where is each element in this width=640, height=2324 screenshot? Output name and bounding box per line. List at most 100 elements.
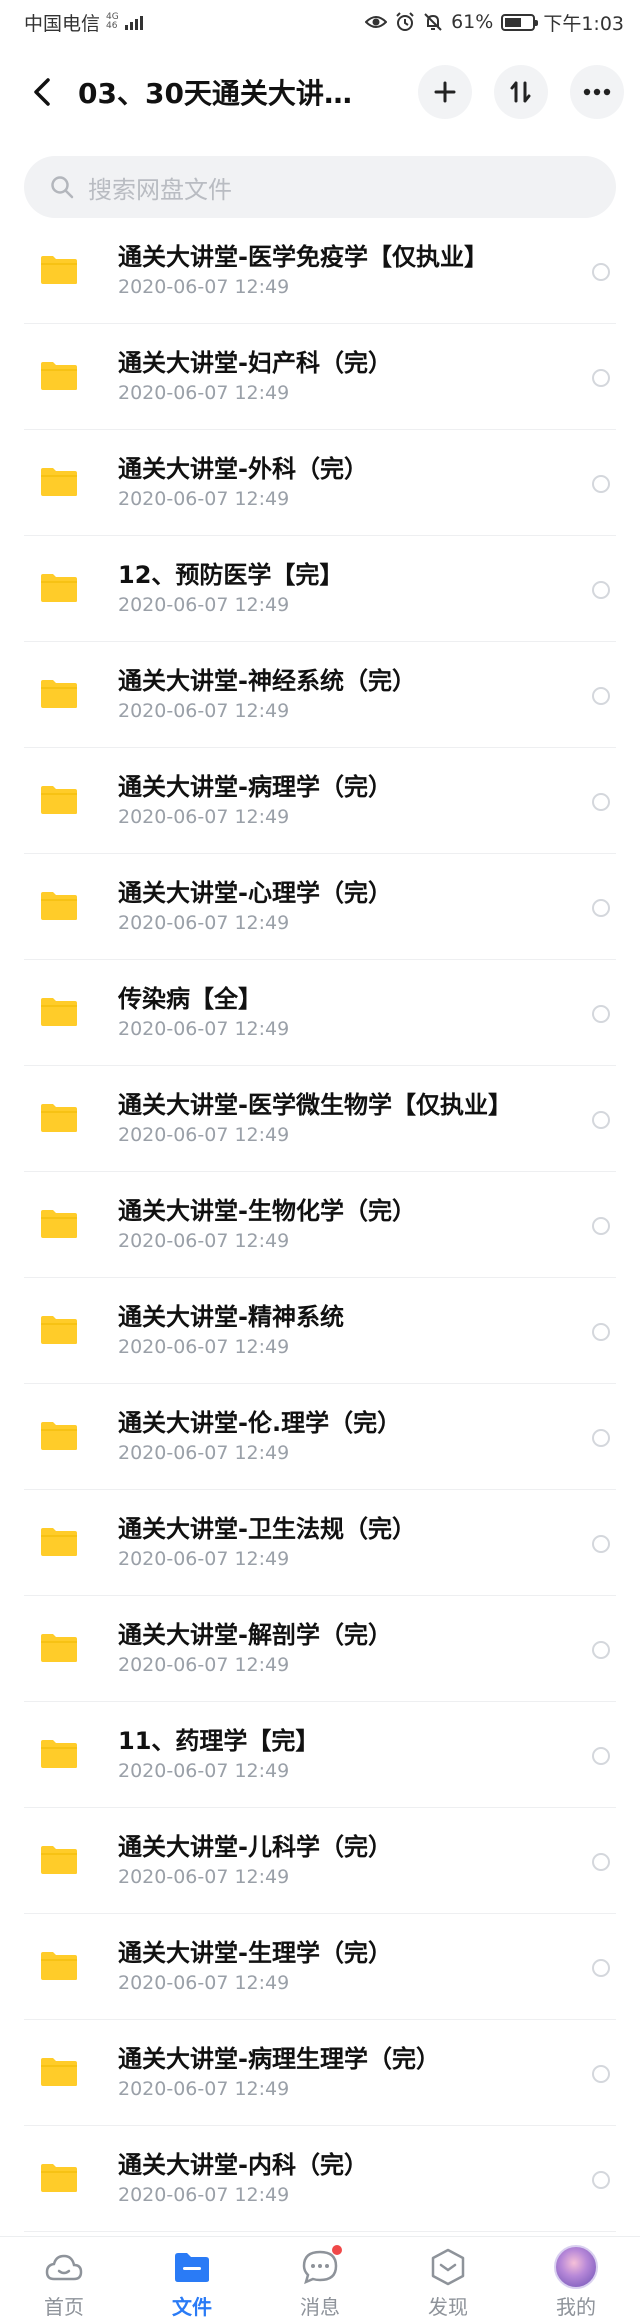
file-row[interactable]: 通关大讲堂-妇产科（完） 2020-06-07 12:49 xyxy=(0,324,640,430)
select-radio[interactable] xyxy=(592,1323,610,1341)
file-row[interactable]: 通关大讲堂-卫生法规（完） 2020-06-07 12:49 xyxy=(0,1490,640,1596)
file-name: 通关大讲堂-病理学（完） xyxy=(118,773,392,801)
file-name: 通关大讲堂-解剖学（完） xyxy=(118,1621,392,1649)
select-radio[interactable] xyxy=(592,263,610,281)
file-name: 通关大讲堂-神经系统（完） xyxy=(118,667,416,695)
file-name: 通关大讲堂-卫生法规（完） xyxy=(118,1515,416,1543)
file-name: 通关大讲堂-精神系统 xyxy=(118,1303,344,1331)
tab-discover[interactable]: 发现 xyxy=(384,2237,512,2324)
folder-icon xyxy=(41,574,77,602)
file-texts: 通关大讲堂-解剖学（完） 2020-06-07 12:49 xyxy=(118,1620,392,1677)
file-name: 11、药理学【完】 xyxy=(118,1727,320,1755)
select-radio[interactable] xyxy=(592,581,610,599)
file-row[interactable]: 通关大讲堂-内科（完） 2020-06-07 12:49 xyxy=(0,2126,640,2232)
file-texts: 通关大讲堂-生理学（完） 2020-06-07 12:49 xyxy=(118,1938,392,1995)
battery-percent: 61% xyxy=(451,11,494,33)
file-texts: 传染病【全】 2020-06-07 12:49 xyxy=(118,984,289,1041)
select-radio[interactable] xyxy=(592,1111,610,1129)
file-row[interactable]: 通关大讲堂-医学免疫学【仅执业】 2020-06-07 12:49 xyxy=(0,218,640,324)
search-input[interactable]: 搜索网盘文件 xyxy=(24,156,616,218)
more-icon xyxy=(583,88,611,96)
select-radio[interactable] xyxy=(592,1959,610,1977)
file-date: 2020-06-07 12:49 xyxy=(118,1760,290,1782)
folder-icon xyxy=(41,256,77,284)
notification-dot xyxy=(332,2245,342,2255)
tab-profile[interactable]: 我的 xyxy=(512,2237,640,2324)
file-row[interactable]: 11、药理学【完】 2020-06-07 12:49 xyxy=(0,1702,640,1808)
file-row[interactable]: 通关大讲堂-生物化学（完） 2020-06-07 12:49 xyxy=(0,1172,640,1278)
file-texts: 通关大讲堂-病理学（完） 2020-06-07 12:49 xyxy=(118,772,392,829)
more-button[interactable] xyxy=(570,65,624,119)
select-radio[interactable] xyxy=(592,899,610,917)
header: 03、30天通关大讲堂... xyxy=(0,44,640,140)
select-radio[interactable] xyxy=(592,1217,610,1235)
file-date: 2020-06-07 12:49 xyxy=(118,594,290,616)
file-name: 通关大讲堂-病理生理学（完） xyxy=(118,2045,440,2073)
select-radio[interactable] xyxy=(592,1005,610,1023)
clock: 下午1:03 xyxy=(543,12,624,35)
select-radio[interactable] xyxy=(592,793,610,811)
file-row[interactable]: 通关大讲堂-精神系统 2020-06-07 12:49 xyxy=(0,1278,640,1384)
avatar-wrap xyxy=(554,2245,598,2289)
select-radio[interactable] xyxy=(592,1747,610,1765)
tab-files[interactable]: 文件 xyxy=(128,2237,256,2324)
select-radio[interactable] xyxy=(592,1429,610,1447)
mute-bell-icon xyxy=(424,13,442,31)
file-name: 通关大讲堂-心理学（完） xyxy=(118,879,392,907)
tab-bar: 首页 文件 消息 发现 我的 xyxy=(0,2236,640,2324)
folder-icon xyxy=(41,1316,77,1344)
folder-icon xyxy=(41,468,77,496)
file-name: 通关大讲堂-儿科学（完） xyxy=(118,1833,392,1861)
file-row[interactable]: 通关大讲堂-心理学（完） 2020-06-07 12:49 xyxy=(0,854,640,960)
file-name: 12、预防医学【完】 xyxy=(118,561,344,589)
file-row[interactable]: 通关大讲堂-神经系统（完） 2020-06-07 12:49 xyxy=(0,642,640,748)
file-row[interactable]: 12、预防医学【完】 2020-06-07 12:49 xyxy=(0,536,640,642)
file-row[interactable]: 通关大讲堂-外科（完） 2020-06-07 12:49 xyxy=(0,430,640,536)
file-texts: 通关大讲堂-内科（完） 2020-06-07 12:49 xyxy=(118,2150,368,2207)
select-radio[interactable] xyxy=(592,1535,610,1553)
file-date: 2020-06-07 12:49 xyxy=(118,1548,290,1570)
file-texts: 通关大讲堂-妇产科（完） 2020-06-07 12:49 xyxy=(118,348,392,405)
search-icon xyxy=(51,176,74,199)
tab-profile-label: 我的 xyxy=(556,2295,596,2319)
file-row[interactable]: 通关大讲堂-伦.理学（完） 2020-06-07 12:49 xyxy=(0,1384,640,1490)
file-date: 2020-06-07 12:49 xyxy=(118,1866,290,1888)
file-row[interactable]: 通关大讲堂-病理学（完） 2020-06-07 12:49 xyxy=(0,748,640,854)
file-list: 通关大讲堂-医学免疫学【仅执业】 2020-06-07 12:49 通关大讲堂-妇产… xyxy=(0,218,640,2232)
file-name: 通关大讲堂-妇产科（完） xyxy=(118,349,392,377)
file-date: 2020-06-07 12:49 xyxy=(118,2184,290,2206)
file-date: 2020-06-07 12:49 xyxy=(118,1654,290,1676)
status-left: 中国电信 4G 46 xyxy=(24,9,143,36)
back-button[interactable] xyxy=(16,66,68,118)
select-radio[interactable] xyxy=(592,1641,610,1659)
file-date: 2020-06-07 12:49 xyxy=(118,488,290,510)
file-date: 2020-06-07 12:49 xyxy=(118,700,290,722)
add-button[interactable] xyxy=(418,65,472,119)
file-texts: 通关大讲堂-卫生法规（完） 2020-06-07 12:49 xyxy=(118,1514,416,1571)
select-radio[interactable] xyxy=(592,1853,610,1871)
file-date: 2020-06-07 12:49 xyxy=(118,1972,290,1994)
folder-icon xyxy=(41,2058,77,2086)
select-radio[interactable] xyxy=(592,2171,610,2189)
file-date: 2020-06-07 12:49 xyxy=(118,2078,290,2100)
file-row[interactable]: 通关大讲堂-生理学（完） 2020-06-07 12:49 xyxy=(0,1914,640,2020)
avatar xyxy=(554,2245,598,2289)
tab-home[interactable]: 首页 xyxy=(0,2237,128,2324)
file-row[interactable]: 通关大讲堂-医学微生物学【仅执业】 2020-06-07 12:49 xyxy=(0,1066,640,1172)
select-radio[interactable] xyxy=(592,369,610,387)
sort-button[interactable] xyxy=(494,65,548,119)
file-row[interactable]: 通关大讲堂-解剖学（完） 2020-06-07 12:49 xyxy=(0,1596,640,1702)
file-row[interactable]: 通关大讲堂-儿科学（完） 2020-06-07 12:49 xyxy=(0,1808,640,1914)
select-radio[interactable] xyxy=(592,475,610,493)
folder-icon xyxy=(170,2245,214,2289)
file-texts: 通关大讲堂-精神系统 2020-06-07 12:49 xyxy=(118,1302,344,1359)
file-name: 通关大讲堂-生物化学（完） xyxy=(118,1197,416,1225)
file-row[interactable]: 通关大讲堂-病理生理学（完） 2020-06-07 12:49 xyxy=(0,2020,640,2126)
chat-icon xyxy=(298,2245,342,2289)
tab-messages[interactable]: 消息 xyxy=(256,2237,384,2324)
page-title: 03、30天通关大讲堂... xyxy=(78,77,384,110)
file-texts: 通关大讲堂-神经系统（完） 2020-06-07 12:49 xyxy=(118,666,416,723)
file-row[interactable]: 传染病【全】 2020-06-07 12:49 xyxy=(0,960,640,1066)
select-radio[interactable] xyxy=(592,687,610,705)
select-radio[interactable] xyxy=(592,2065,610,2083)
